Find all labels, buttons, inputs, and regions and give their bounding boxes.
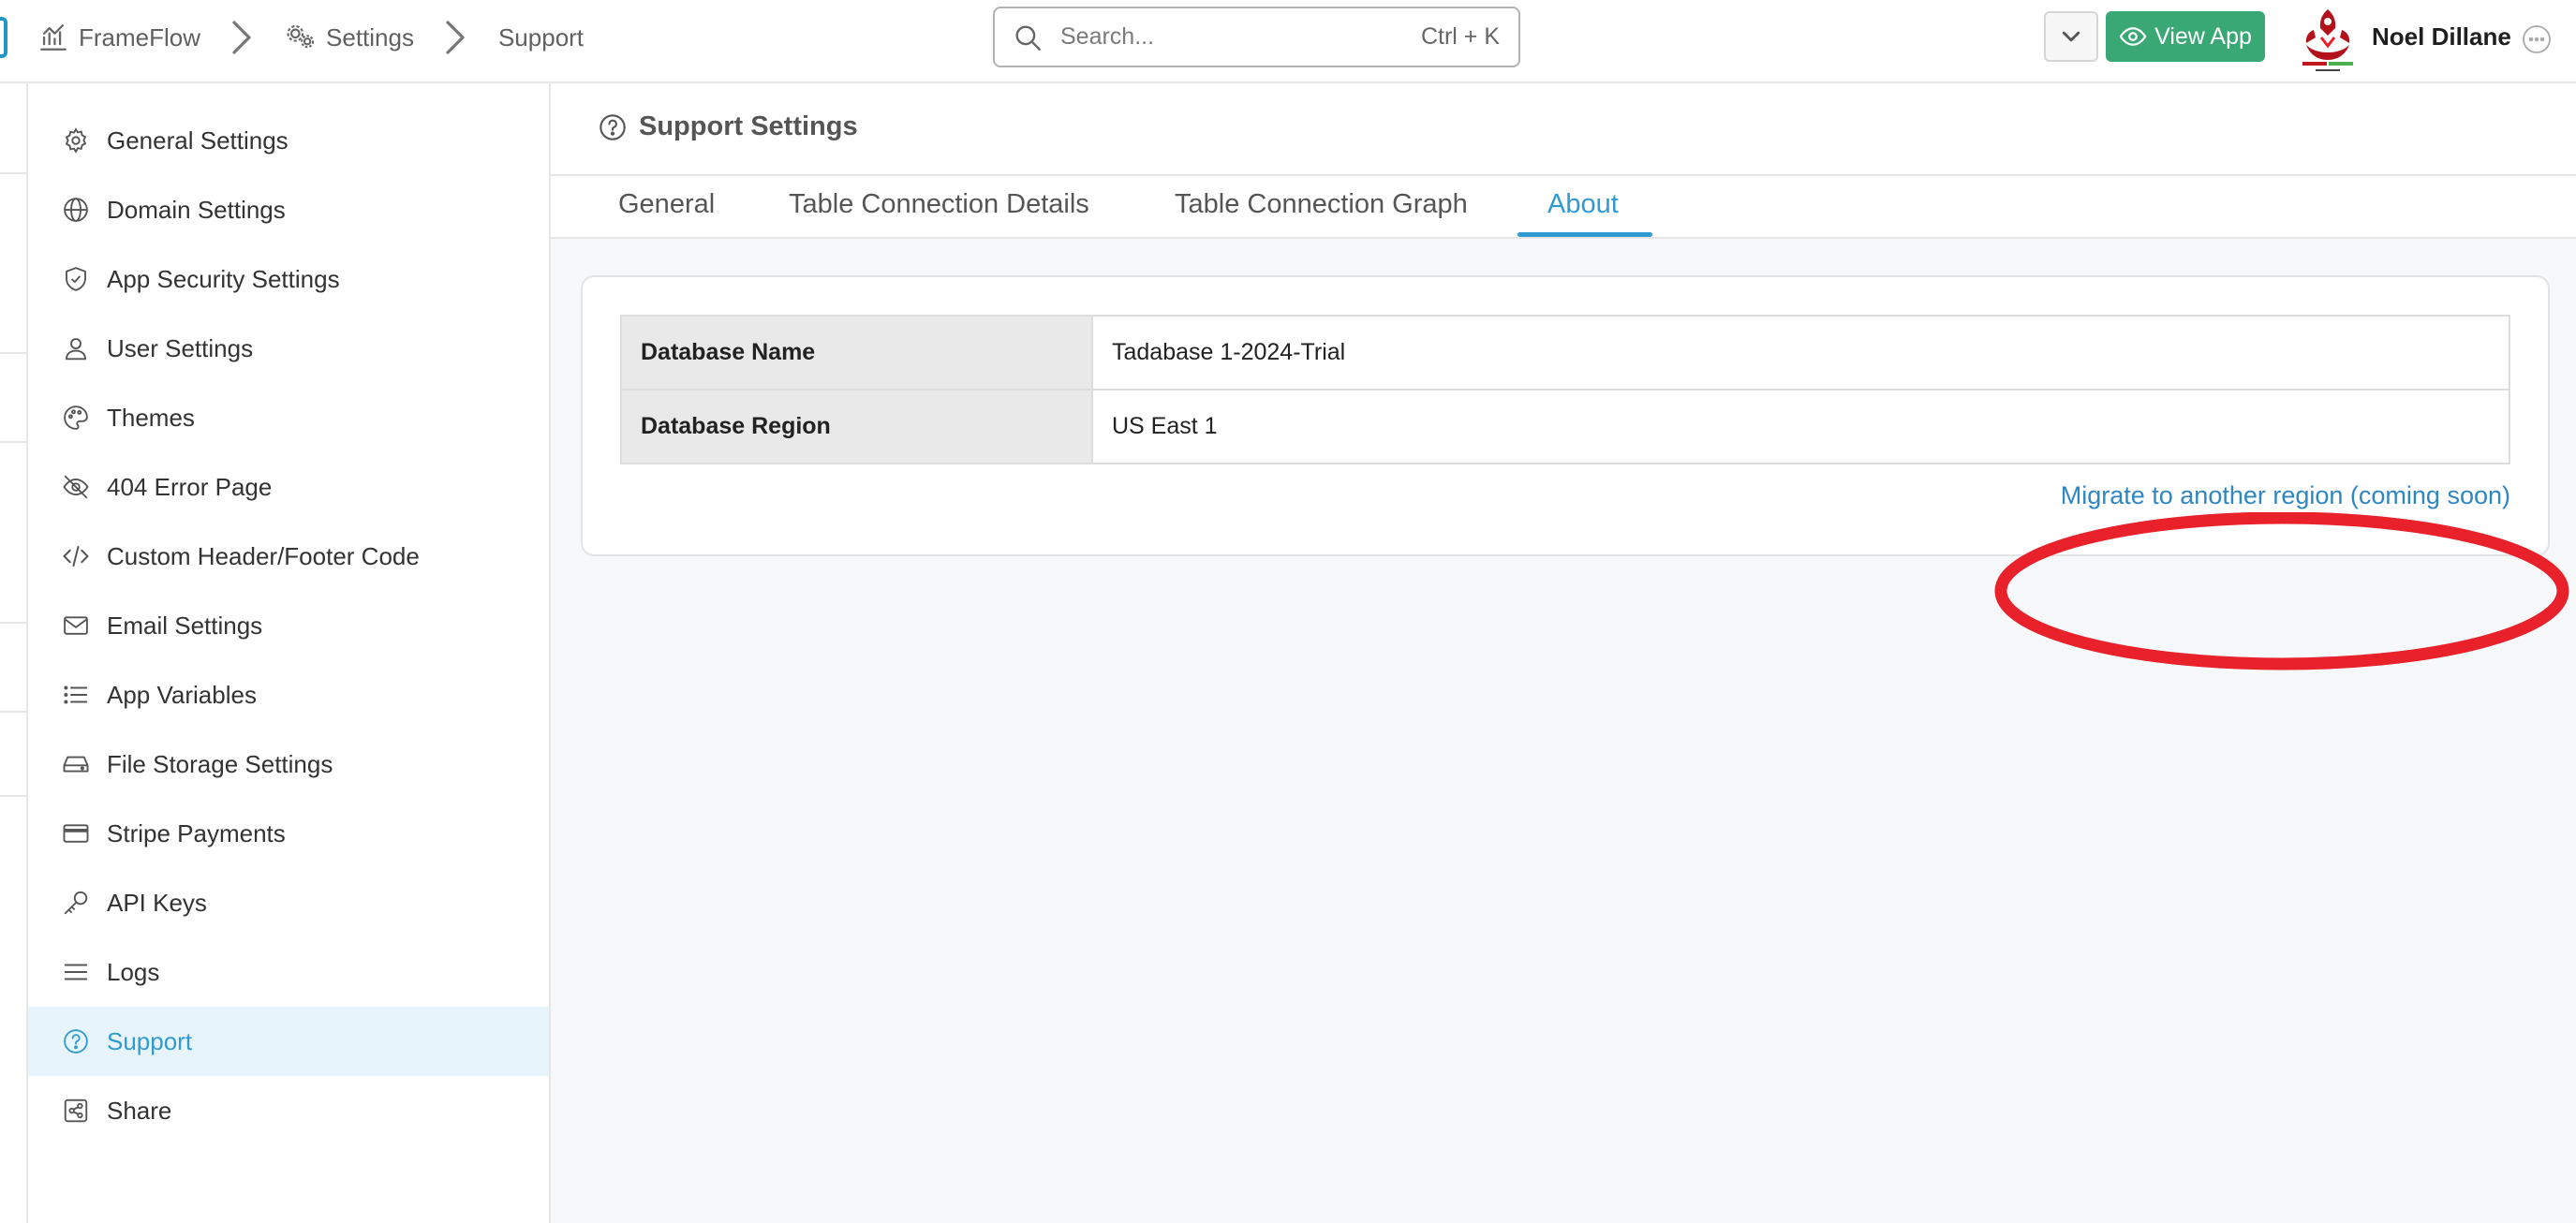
rail-divider bbox=[0, 441, 28, 443]
envelope-icon bbox=[64, 616, 88, 635]
database-info-table: Database Name Tadabase 1-2024-Trial Data… bbox=[620, 315, 2510, 464]
view-app-label: View App bbox=[2154, 22, 2252, 50]
main-content: Support Settings General Table Connectio… bbox=[551, 83, 2576, 1223]
user-icon bbox=[66, 338, 86, 361]
sidebar-item-label: Stripe Payments bbox=[107, 818, 286, 847]
rail-divider bbox=[0, 172, 28, 174]
gears-icon bbox=[287, 24, 315, 49]
sidebar-item-label: Domain Settings bbox=[107, 195, 286, 224]
sidebar-item-api-keys[interactable]: API Keys bbox=[28, 868, 549, 937]
globe-icon bbox=[64, 198, 88, 222]
sidebar-item-label: File Storage Settings bbox=[107, 749, 333, 778]
breadcrumb-settings-label: Settings bbox=[326, 22, 414, 52]
table-row: Database Region US East 1 bbox=[620, 389, 2510, 464]
top-bar: FrameFlow Settings Support Ctrl + K View… bbox=[0, 0, 2576, 83]
gear-icon bbox=[65, 127, 87, 154]
sidebar-item-general-settings[interactable]: General Settings bbox=[28, 106, 549, 175]
question-circle-icon bbox=[64, 1029, 88, 1054]
chevron-right-icon bbox=[232, 21, 251, 54]
rail-divider bbox=[0, 711, 28, 713]
sidebar-item-logs[interactable]: Logs bbox=[28, 937, 549, 1007]
company-logo[interactable] bbox=[2297, 6, 2359, 75]
code-icon bbox=[63, 546, 89, 567]
eye-slash-icon bbox=[63, 475, 89, 499]
rail-divider bbox=[0, 795, 28, 797]
eye-icon bbox=[2119, 27, 2147, 46]
list-icon bbox=[64, 685, 88, 704]
sidebar-item-app-security-settings[interactable]: App Security Settings bbox=[28, 244, 549, 314]
app-dropdown-button[interactable] bbox=[2044, 11, 2098, 62]
sidebar-item-label: Support bbox=[107, 1026, 193, 1055]
tab-table-connection-graph[interactable]: Table Connection Graph bbox=[1175, 189, 1468, 220]
red-highlight-ellipse bbox=[1994, 512, 2569, 670]
sidebar-item-label: Share bbox=[107, 1096, 172, 1125]
sidebar-item-app-variables[interactable]: App Variables bbox=[28, 660, 549, 729]
rail-divider bbox=[0, 622, 28, 624]
database-region-label: Database Region bbox=[620, 389, 1093, 464]
sidebar-item-label: User Settings bbox=[107, 333, 254, 362]
sidebar-item-domain-settings[interactable]: Domain Settings bbox=[28, 175, 549, 244]
database-name-value: Tadabase 1-2024-Trial bbox=[1091, 315, 2510, 390]
sidebar-item-user-settings[interactable]: User Settings bbox=[28, 314, 549, 383]
breadcrumb-settings[interactable]: Settings bbox=[285, 22, 414, 53]
sidebar-item-label: Email Settings bbox=[107, 611, 263, 640]
left-rail bbox=[0, 83, 28, 1223]
sidebar-item-share[interactable]: Share bbox=[28, 1076, 549, 1145]
more-options-icon[interactable] bbox=[2522, 24, 2552, 54]
rail-divider bbox=[0, 352, 28, 354]
lines-icon bbox=[64, 964, 88, 980]
sidebar-item-label: General Settings bbox=[107, 125, 289, 155]
database-name-label: Database Name bbox=[620, 315, 1093, 390]
breadcrumb-app[interactable]: FrameFlow bbox=[37, 22, 200, 53]
page-title: Support Settings bbox=[598, 111, 858, 142]
page-title-text: Support Settings bbox=[639, 111, 858, 141]
question-circle-icon bbox=[600, 113, 626, 140]
sidebar-item-themes[interactable]: Themes bbox=[28, 383, 549, 452]
hard-drive-icon bbox=[63, 756, 89, 773]
breadcrumb-app-label: FrameFlow bbox=[79, 22, 201, 52]
breadcrumb-current: Support bbox=[497, 22, 585, 52]
view-app-button[interactable]: View App bbox=[2106, 11, 2265, 62]
credit-card-icon bbox=[63, 824, 89, 843]
sidebar-item-label: 404 Error Page bbox=[107, 472, 273, 501]
sidebar-item-stripe-payments[interactable]: Stripe Payments bbox=[28, 799, 549, 868]
chart-icon bbox=[40, 24, 67, 51]
share-icon bbox=[64, 1098, 88, 1123]
search-input[interactable] bbox=[1059, 22, 1421, 52]
breadcrumb: FrameFlow Settings Support bbox=[37, 19, 584, 56]
app-logo-edge[interactable] bbox=[0, 17, 7, 58]
tab-about[interactable]: About bbox=[1547, 189, 1619, 220]
sidebar-item-email-settings[interactable]: Email Settings bbox=[28, 591, 549, 660]
sidebar-item-label: App Variables bbox=[107, 680, 257, 709]
sidebar-item-label: Custom Header/Footer Code bbox=[107, 541, 420, 570]
tab-table-connection-details[interactable]: Table Connection Details bbox=[789, 189, 1089, 220]
user-name[interactable]: Noel Dillane bbox=[2372, 22, 2511, 52]
search-box[interactable]: Ctrl + K bbox=[993, 7, 1520, 67]
chevron-down-icon bbox=[2062, 31, 2080, 42]
palette-icon bbox=[64, 405, 88, 430]
sidebar-item-404-error-page[interactable]: 404 Error Page bbox=[28, 452, 549, 522]
sidebar-item-label: Themes bbox=[107, 403, 195, 432]
table-row: Database Name Tadabase 1-2024-Trial bbox=[620, 315, 2510, 390]
tab-bar: General Table Connection Details Table C… bbox=[551, 176, 2576, 239]
sidebar-item-label: App Security Settings bbox=[107, 264, 340, 293]
search-shortcut: Ctrl + K bbox=[1420, 23, 1500, 50]
sidebar-item-custom-header-footer-code[interactable]: Custom Header/Footer Code bbox=[28, 522, 549, 591]
database-region-value: US East 1 bbox=[1091, 389, 2510, 464]
key-icon bbox=[64, 891, 88, 915]
sidebar-item-support[interactable]: Support bbox=[28, 1007, 549, 1076]
shield-icon bbox=[66, 267, 86, 291]
tab-general[interactable]: General bbox=[618, 189, 715, 220]
chevron-right-icon bbox=[446, 21, 465, 54]
migrate-region-link[interactable]: Migrate to another region (coming soon) bbox=[2061, 481, 2510, 510]
sidebar-item-label: API Keys bbox=[107, 888, 207, 917]
settings-sidebar: General Settings Domain Settings App Sec… bbox=[28, 83, 551, 1223]
sidebar-item-file-storage-settings[interactable]: File Storage Settings bbox=[28, 729, 549, 799]
active-tab-indicator bbox=[1517, 232, 1652, 237]
search-icon bbox=[1015, 24, 1041, 51]
sidebar-item-label: Logs bbox=[107, 957, 160, 986]
main-header: Support Settings bbox=[551, 83, 2576, 176]
